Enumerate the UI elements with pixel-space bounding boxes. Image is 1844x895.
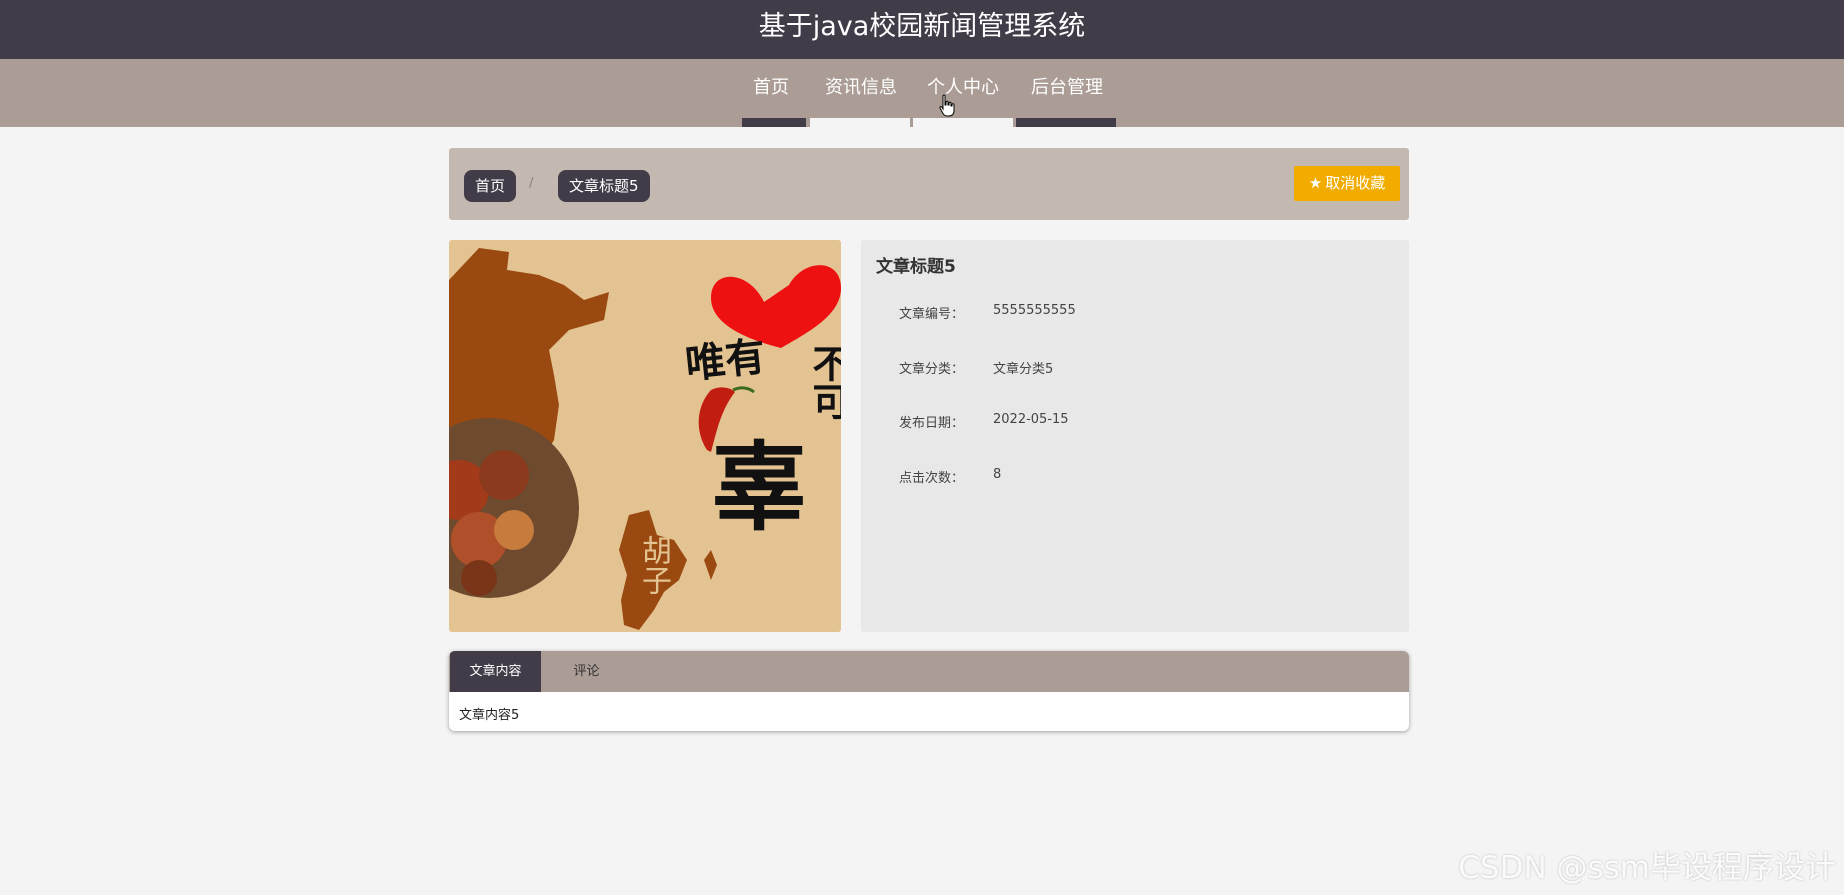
cover-text-big-char: 辜 [711, 431, 807, 544]
field-row-article-id: 文章编号： 5555555555 [861, 303, 1409, 323]
watermark: CSDN @ssm毕设程序设计 [1458, 850, 1836, 886]
nav-item-personal-center[interactable]: 个人中心 [918, 75, 1008, 101]
tab-article-content[interactable]: 文章内容 [450, 651, 541, 692]
field-row-click-count: 点击次数： 8 [861, 467, 1409, 487]
field-value: 5555555555 [993, 303, 1076, 318]
breadcrumb: 首页 / 文章标题5 ★ 取消收藏 [449, 148, 1409, 220]
star-icon: ★ [1308, 174, 1323, 192]
tabs-header: 文章内容 评论 [449, 651, 1409, 692]
article-title: 文章标题5 [876, 257, 956, 277]
field-row-publish-date: 发布日期： 2022-05-15 [861, 412, 1409, 432]
nav-item-home[interactable]: 首页 [742, 75, 800, 101]
article-info-panel: 文章标题5 文章编号： 5555555555 文章分类： 文章分类5 发布日期：… [861, 240, 1409, 632]
breadcrumb-separator: / [529, 176, 534, 191]
top-header: 基于java校园新闻管理系统 [0, 0, 1844, 59]
cover-text-lower: 胡子 [636, 535, 671, 595]
field-value: 文章分类5 [993, 362, 1054, 377]
nav-item-admin[interactable]: 后台管理 [1020, 75, 1114, 101]
article-tabs: 文章内容 评论 文章内容5 [449, 651, 1409, 731]
breadcrumb-home[interactable]: 首页 [464, 170, 517, 202]
main-nav: 首页 资讯信息 个人中心 后台管理 [0, 59, 1844, 127]
nav-indicator-home [742, 118, 806, 127]
field-row-category: 文章分类： 文章分类5 [861, 358, 1409, 378]
nav-indicator-personal-center [913, 118, 1013, 127]
site-title: 基于java校园新闻管理系统 [758, 11, 1086, 42]
field-label: 点击次数： [899, 471, 965, 486]
breadcrumb-current[interactable]: 文章标题5 [558, 170, 650, 202]
article-cover-image: 唯有 不可 辜 胡子 [449, 240, 841, 632]
hand-cursor-icon [939, 94, 955, 117]
cover-text-line2: 不可 [806, 344, 841, 420]
field-value: 8 [993, 467, 1002, 482]
tab-content-text: 文章内容5 [459, 708, 520, 723]
nav-indicator-news [810, 118, 910, 127]
field-label: 文章分类： [899, 362, 965, 377]
nav-item-news[interactable]: 资讯信息 [816, 75, 906, 101]
nav-indicator-admin [1016, 118, 1116, 127]
unfavorite-button[interactable]: ★ 取消收藏 [1294, 166, 1400, 201]
field-value: 2022-05-15 [993, 412, 1069, 427]
cover-text-line1: 唯有 [683, 332, 768, 389]
unfavorite-label: 取消收藏 [1325, 174, 1386, 192]
field-label: 文章编号： [899, 307, 965, 322]
tab-comments[interactable]: 评论 [541, 651, 632, 692]
field-label: 发布日期： [899, 416, 965, 431]
